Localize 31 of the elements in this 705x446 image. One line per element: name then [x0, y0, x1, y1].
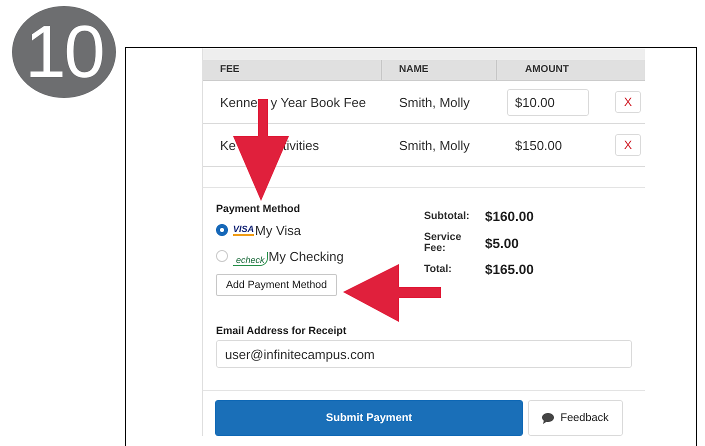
column-header: NAME [382, 60, 497, 80]
section-label: Payment Method [216, 203, 302, 215]
echeck-logo: echeck [233, 252, 268, 266]
email-field[interactable]: user@infinitecampus.com [216, 340, 632, 368]
summary-label: Subtotal: [424, 211, 470, 222]
table-cell-text: $150.00 [514, 138, 563, 152]
chat-icon [542, 412, 554, 424]
radio-button[interactable] [216, 224, 228, 236]
amount-field[interactable]: $10.00 [507, 88, 589, 116]
option-label: My Visa [255, 222, 302, 238]
summary-value: $5.00 [485, 236, 520, 250]
remove-button[interactable]: X [615, 134, 641, 156]
summary-label: Total: [424, 264, 453, 275]
column-header: AMOUNT [524, 63, 570, 77]
field-label: Email Address for Receipt [216, 325, 348, 337]
summary-value: $160.00 [485, 209, 534, 224]
step-number: 10 [12, 6, 116, 98]
summary-label: Service Fee: [424, 232, 462, 254]
table-cell: Smith, Molly [399, 94, 470, 110]
submit-button[interactable]: Submit Payment [215, 400, 523, 436]
remove-button[interactable]: X [615, 91, 641, 113]
option-label: My Checking [268, 248, 344, 264]
column-header: FEE [203, 60, 382, 80]
feedback-button[interactable]: Feedback [528, 400, 623, 436]
table-cell: Ke [220, 138, 236, 152]
add-payment-button[interactable]: Add Payment Method [216, 274, 337, 296]
table-cell: Kenne [220, 94, 258, 110]
summary-value: $165.00 [485, 262, 534, 277]
table-cell: Smith, Molly [399, 138, 470, 152]
visa-logo: VISA [233, 224, 254, 236]
table-cell: y Year Book Fee [270, 94, 366, 110]
